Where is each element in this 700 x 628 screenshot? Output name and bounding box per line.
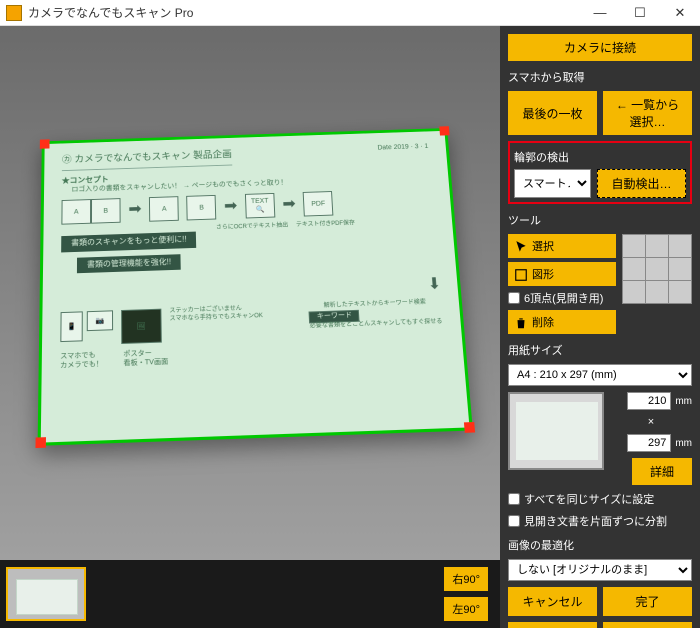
paper-size-label: 用紙サイズ (508, 342, 692, 358)
select-from-list-button[interactable]: ← 一覧から選択… (603, 91, 692, 135)
paper-size-select[interactable]: A4 : 210 x 297 (mm) (508, 364, 692, 386)
connect-camera-button[interactable]: カメラに接続 (508, 34, 692, 61)
app-icon (6, 5, 22, 21)
skip-button[interactable]: スキップ (603, 622, 692, 628)
doc-banner: 書類のスキャンをもっと便利に!! (61, 232, 197, 252)
doc-banner: 書類の管理機能を強化!! (77, 254, 181, 273)
arrow-icon: ➡ (224, 197, 238, 217)
thumbnail-strip: 右90° 左90° (0, 560, 500, 628)
tool-delete-button[interactable]: 削除 (508, 310, 616, 334)
contour-label: 輪郭の検出 (514, 149, 686, 165)
paper-width-input[interactable] (627, 392, 671, 410)
crop-handle-bottom-left[interactable] (35, 437, 46, 448)
detail-button[interactable]: 詳細 (632, 458, 692, 485)
six-vertex-label: 6頂点(見開き用) (524, 290, 603, 306)
perspective-grid-widget[interactable] (622, 234, 692, 304)
paper-height-input[interactable] (627, 434, 671, 452)
cancel-button[interactable]: キャンセル (508, 587, 597, 616)
paper-preview-thumb[interactable] (508, 392, 604, 470)
doc-title: ㋕ カメラでなんでもスキャン 製品企画 (62, 149, 232, 171)
page-thumbnail[interactable] (6, 567, 86, 621)
arrow-icon: ➡ (128, 200, 141, 220)
unit-label: mm (675, 438, 692, 449)
scanned-document[interactable]: ㋕ カメラでなんでもスキャン 製品企画 Date 2019 · 3 · 1 ★コ… (38, 128, 473, 446)
trash-icon (514, 316, 526, 328)
optimize-label: 画像の最適化 (508, 537, 692, 553)
close-button[interactable]: ✕ (660, 0, 700, 26)
tools-label: ツール (508, 212, 692, 228)
optimize-select[interactable]: しない [オリジナルのまま] (508, 559, 692, 581)
times-label: × (610, 416, 692, 428)
unit-label: mm (675, 396, 692, 407)
minimize-button[interactable]: ― (580, 0, 620, 26)
crop-handle-bottom-right[interactable] (464, 422, 475, 433)
arrow-icon: ➡ (282, 195, 296, 215)
crop-handle-top-left[interactable] (40, 139, 50, 148)
rotate-left-button[interactable]: 左90° (444, 597, 488, 621)
same-size-label: すべてを同じサイズに設定 (524, 491, 654, 507)
contour-mode-select[interactable]: スマートノート (514, 169, 591, 198)
split-spread-label: 見開き文書を片面ずつに分割 (524, 513, 667, 529)
same-size-checkbox[interactable] (508, 493, 520, 505)
preview-area[interactable]: ㋕ カメラでなんでもスキャン 製品企画 Date 2019 · 3 · 1 ★コ… (0, 26, 500, 560)
split-spread-checkbox[interactable] (508, 515, 520, 527)
shape-icon (514, 268, 526, 280)
contour-detection-group: 輪郭の検出 スマートノート 自動検出… (508, 141, 692, 204)
arrow-down-icon: ➡ (422, 276, 444, 290)
titlebar: カメラでなんでもスキャン Pro ― ☐ ✕ (0, 0, 700, 26)
last-photo-button[interactable]: 最後の一枚 (508, 91, 597, 135)
side-panel: カメラに接続 スマホから取得 最後の一枚 ← 一覧から選択… 輪郭の検出 スマー… (500, 26, 700, 628)
six-vertex-checkbox[interactable] (508, 292, 520, 304)
tool-select-button[interactable]: 選択 (508, 234, 616, 258)
rotate-right-button[interactable]: 右90° (444, 567, 488, 591)
guide-button[interactable]: 使い方ガイド (508, 622, 597, 628)
smartphone-group-label: スマホから取得 (508, 69, 692, 85)
window-title: カメラでなんでもスキャン Pro (28, 4, 580, 21)
tool-shape-button[interactable]: 図形 (508, 262, 616, 286)
done-button[interactable]: 完了 (603, 587, 692, 616)
crop-handle-top-right[interactable] (439, 126, 449, 135)
doc-date: Date 2019 · 3 · 1 (377, 142, 430, 166)
auto-detect-button[interactable]: 自動検出… (597, 169, 686, 198)
maximize-button[interactable]: ☐ (620, 0, 660, 26)
cursor-icon (514, 240, 526, 252)
